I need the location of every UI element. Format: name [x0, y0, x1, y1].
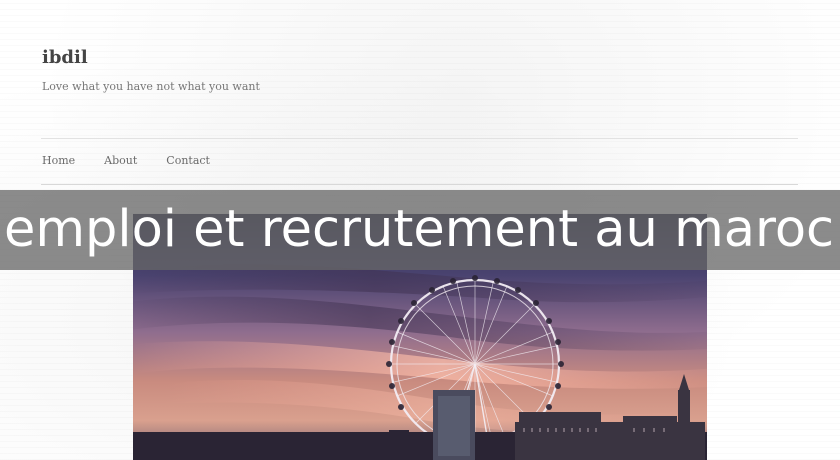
- nav-item-about[interactable]: About: [104, 154, 137, 167]
- nav-bottom-divider: [41, 184, 798, 185]
- site-title[interactable]: ibdil: [42, 46, 802, 70]
- nav-item-home[interactable]: Home: [42, 154, 75, 167]
- nav-top-divider: [41, 138, 798, 139]
- title-banner: emploi et recrutement au maroc: [0, 190, 840, 270]
- site-tagline: Love what you have not what you want: [42, 80, 260, 93]
- page: ibdil Love what you have not what you wa…: [0, 0, 840, 460]
- site-header: ibdil Love what you have not what you wa…: [42, 46, 802, 93]
- nav-item-contact[interactable]: Contact: [166, 154, 210, 167]
- main-navigation: Home About Contact: [42, 154, 210, 167]
- banner-title: emploi et recrutement au maroc: [4, 200, 835, 259]
